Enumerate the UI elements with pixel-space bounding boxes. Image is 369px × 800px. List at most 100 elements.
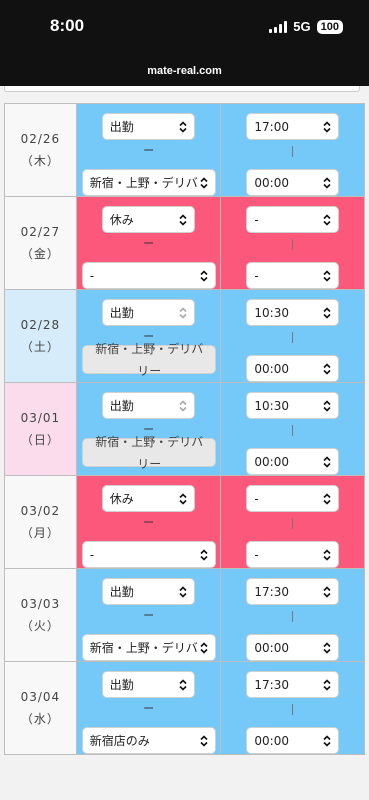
schedule-row: 02/28 （土） 出勤ー新宿・上野・デリバリー 10:30 00:00 — [5, 290, 365, 383]
status-value: 出勤 — [109, 399, 134, 413]
chevron-updown-icon — [200, 269, 208, 282]
start-time-value: - — [254, 491, 259, 506]
separator-dash: ー — [143, 516, 155, 529]
time-cell: -- — [221, 197, 365, 289]
start-time-select[interactable]: 10:30 — [246, 392, 340, 419]
time-separator — [292, 425, 294, 436]
chevron-updown-icon — [179, 585, 187, 598]
end-time-select[interactable]: - — [246, 262, 340, 289]
date-label: 02/26 — [20, 132, 61, 146]
time-cell: 17:00 00:00 — [221, 104, 365, 196]
chevron-updown-icon — [179, 678, 187, 691]
shift-cell: 休みー - — [76, 476, 222, 568]
area-select[interactable]: 新宿・上野・デリバ — [81, 634, 216, 661]
schedule-row: 03/04 （水） 出勤ー新宿店のみ 17:30 00:00 — [5, 662, 365, 755]
start-time-select[interactable]: 17:30 — [246, 671, 340, 698]
chevron-updown-icon — [323, 585, 331, 598]
shift-cell: 出勤ー新宿・上野・デリバリー — [76, 290, 222, 382]
status-select: 出勤 — [101, 392, 195, 419]
shift-cell: 出勤ー新宿・上野・デリバ — [76, 569, 222, 661]
area-value: - — [89, 268, 95, 283]
time-cell: 17:30 00:00 — [221, 662, 365, 754]
weekday-label: （月） — [20, 526, 60, 540]
signal-icon — [269, 20, 288, 33]
status-icons: 5G 100 — [269, 19, 343, 34]
date-cell: 03/04 （水） — [5, 662, 77, 754]
date-cell: 03/02 （月） — [5, 476, 77, 568]
end-time-select[interactable]: 00:00 — [246, 355, 340, 382]
end-time-select[interactable]: 00:00 — [246, 448, 340, 475]
separator-dash: ー — [143, 702, 155, 715]
weekday-label: （水） — [20, 712, 60, 726]
area-value: 新宿・上野・デリバリー — [95, 341, 204, 378]
area-select[interactable]: - — [81, 262, 216, 289]
date-label: 02/28 — [20, 318, 61, 332]
area-select: 新宿・上野・デリバリー — [81, 342, 216, 378]
end-time-select[interactable]: 00:00 — [246, 169, 340, 196]
status-select[interactable]: 出勤 — [101, 113, 195, 140]
shift-cell: 休みー - — [76, 197, 222, 289]
date-cell: 03/01 （日） — [5, 383, 77, 475]
schedule-row: 03/03 （火） 出勤ー新宿・上野・デリバ 17:30 00:00 — [5, 569, 365, 662]
area-value: 新宿・上野・デリバ — [89, 176, 198, 190]
chevron-updown-icon — [323, 176, 331, 189]
area-value: 新宿店のみ — [89, 734, 150, 748]
end-time-value: - — [254, 268, 259, 283]
battery-icon: 100 — [316, 19, 343, 34]
chevron-updown-icon — [200, 548, 208, 561]
time-cell: 10:30 00:00 — [221, 383, 365, 475]
time-separator — [292, 332, 294, 343]
start-time-select[interactable]: - — [246, 485, 340, 512]
end-time-select[interactable]: - — [246, 541, 340, 568]
date-cell: 02/26 （木） — [5, 104, 77, 196]
separator-dash: ー — [143, 609, 155, 622]
area-value: - — [89, 547, 95, 562]
start-time-value: 17:30 — [254, 677, 289, 692]
chevron-updown-icon — [179, 399, 187, 412]
chevron-updown-icon — [200, 641, 208, 654]
date-label: 03/02 — [20, 504, 61, 518]
time-separator — [292, 611, 294, 622]
status-time: 8:00 — [50, 16, 85, 35]
chevron-updown-icon — [323, 678, 331, 691]
start-time-value: - — [254, 212, 259, 227]
shift-cell: 出勤ー新宿・上野・デリバ — [76, 104, 222, 196]
area-select[interactable]: 新宿店のみ — [81, 727, 216, 754]
network-label: 5G — [293, 19, 311, 34]
page-bottom — [0, 756, 369, 800]
end-time-value: 00:00 — [254, 640, 289, 655]
status-select[interactable]: 出勤 — [101, 578, 195, 605]
end-time-value: 00:00 — [254, 733, 289, 748]
area-value: 新宿・上野・デリバ — [89, 641, 198, 655]
area-select[interactable]: 新宿・上野・デリバ — [81, 169, 216, 196]
end-time-value: - — [254, 547, 259, 562]
status-value: 出勤 — [109, 678, 134, 692]
chevron-updown-icon — [200, 734, 208, 747]
status-value: 休み — [109, 492, 134, 506]
status-select[interactable]: 休み — [101, 206, 195, 233]
date-cell: 02/28 （土） — [5, 290, 77, 382]
start-time-select[interactable]: 17:00 — [246, 113, 340, 140]
date-label: 03/04 — [20, 690, 61, 704]
time-separator — [292, 704, 294, 715]
area-select[interactable]: - — [81, 541, 216, 568]
separator-dash: ー — [143, 237, 155, 250]
end-time-value: 00:00 — [254, 175, 289, 190]
weekday-label: （金） — [20, 247, 60, 261]
status-value: 出勤 — [109, 306, 134, 320]
status-select[interactable]: 出勤 — [101, 671, 195, 698]
start-time-select[interactable]: 17:30 — [246, 578, 340, 605]
date-label: 02/27 — [20, 225, 61, 239]
url-bar[interactable]: mate-real.com — [0, 65, 369, 77]
start-time-select[interactable]: 10:30 — [246, 299, 340, 326]
end-time-select[interactable]: 00:00 — [246, 727, 340, 754]
schedule-row: 02/27 （金） 休みー - - - — [5, 197, 365, 290]
start-time-value: 10:30 — [254, 398, 289, 413]
end-time-select[interactable]: 00:00 — [246, 634, 340, 661]
start-time-select[interactable]: - — [246, 206, 340, 233]
schedule-row: 02/26 （木） 出勤ー新宿・上野・デリバ 17:00 00:00 — [5, 104, 365, 197]
chevron-updown-icon — [323, 120, 331, 133]
weekday-label: （木） — [20, 154, 60, 168]
chevron-updown-icon — [179, 306, 187, 319]
status-select[interactable]: 休み — [101, 485, 195, 512]
